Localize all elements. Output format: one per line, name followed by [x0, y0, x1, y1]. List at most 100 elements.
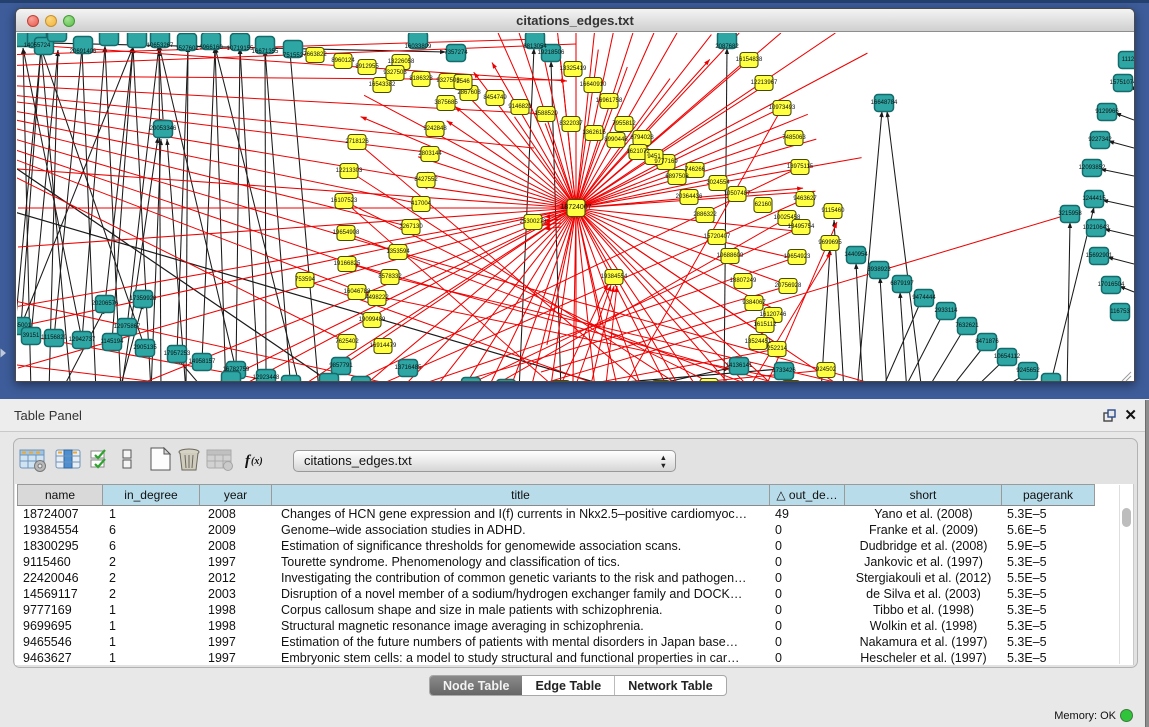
- svg-text:16671355: 16671355: [252, 49, 279, 55]
- svg-text:7625402: 7625402: [335, 339, 359, 345]
- svg-text:19099489: 19099489: [359, 317, 386, 323]
- svg-text:16648784: 16648784: [871, 100, 898, 106]
- svg-text:8186328: 8186328: [409, 76, 433, 82]
- svg-text:2886322: 2886322: [693, 212, 717, 218]
- svg-text:16914479: 16914479: [370, 343, 397, 349]
- svg-text:3875685: 3875685: [434, 100, 458, 106]
- svg-text:1733426: 1733426: [772, 368, 796, 374]
- svg-text:19218506: 19218506: [538, 50, 565, 56]
- svg-text:2546: 2546: [456, 79, 470, 85]
- svg-text:13524451: 13524451: [745, 339, 772, 345]
- svg-text:9699695: 9699695: [818, 240, 842, 246]
- svg-text:9227342: 9227342: [1088, 137, 1112, 143]
- svg-text:14958157: 14958157: [189, 359, 216, 365]
- svg-text:15751074: 15751074: [1110, 80, 1135, 86]
- svg-text:8578332: 8578332: [378, 274, 402, 280]
- svg-text:9463627: 9463627: [793, 196, 817, 202]
- svg-text:8938923: 8938923: [867, 267, 891, 273]
- svg-text:116753: 116753: [1110, 309, 1130, 315]
- svg-text:9451: 9451: [647, 154, 661, 160]
- svg-text:10025458: 10025458: [774, 215, 801, 221]
- svg-text:10653267: 10653267: [147, 43, 174, 49]
- svg-text:7357274: 7357274: [444, 50, 468, 56]
- svg-text:3215958: 3215958: [1058, 211, 1082, 217]
- svg-text:417004: 417004: [411, 201, 432, 207]
- svg-text:6966160: 6966160: [199, 45, 223, 51]
- svg-text:746266: 746266: [685, 167, 706, 173]
- svg-text:1362615: 1362615: [582, 130, 606, 136]
- svg-text:13495754: 13495754: [788, 224, 815, 230]
- svg-text:924502: 924502: [816, 367, 837, 373]
- svg-text:19654923: 19654923: [784, 254, 811, 260]
- svg-text:7955812: 7955812: [612, 121, 636, 127]
- svg-text:8990448: 8990448: [604, 137, 628, 143]
- svg-text:20206576: 20206576: [92, 301, 119, 307]
- svg-text:18724007: 18724007: [560, 204, 591, 211]
- svg-text:2867608: 2867608: [457, 90, 481, 96]
- svg-text:8427552: 8427552: [414, 177, 438, 183]
- svg-text:10210643: 10210643: [1083, 225, 1110, 231]
- svg-text:16120746: 16120746: [760, 312, 787, 318]
- svg-text:9384067: 9384067: [742, 300, 766, 306]
- svg-text:3024554: 3024554: [706, 180, 730, 186]
- svg-text:16154838: 16154838: [736, 57, 763, 63]
- svg-text:16033809: 16033809: [405, 44, 432, 50]
- svg-text:9242848: 9242848: [423, 126, 447, 132]
- svg-text:1145194: 1145194: [101, 339, 125, 345]
- svg-text:6879197: 6879197: [890, 281, 914, 287]
- svg-text:13975115: 13975115: [787, 164, 814, 170]
- svg-text:10973493: 10973493: [769, 105, 796, 111]
- svg-text:185001: 185001: [17, 323, 32, 329]
- svg-text:17359928: 17359928: [130, 296, 157, 302]
- svg-text:12213303: 12213303: [336, 168, 363, 174]
- svg-text:8912955: 8912955: [355, 64, 379, 70]
- svg-text:25300273: 25300273: [520, 219, 547, 225]
- svg-text:19654908: 19654908: [333, 230, 360, 236]
- svg-text:1244415: 1244415: [1082, 196, 1106, 202]
- svg-text:11156829: 11156829: [41, 335, 67, 341]
- svg-text:20053346: 20053346: [150, 126, 177, 132]
- svg-text:16782759: 16782759: [223, 367, 250, 373]
- svg-text:16640910: 16640910: [580, 82, 607, 88]
- svg-text:1615112: 1615112: [754, 322, 778, 328]
- svg-text:1527602: 1527602: [175, 46, 199, 52]
- svg-text:753594: 753594: [295, 277, 316, 283]
- svg-text:15692901: 15692901: [1086, 253, 1113, 259]
- svg-text:13716485: 13716485: [395, 365, 422, 371]
- svg-text:9857791: 9857791: [329, 363, 353, 369]
- svg-text:252214: 252214: [767, 346, 788, 352]
- svg-text:17957253: 17957253: [164, 351, 191, 357]
- svg-text:20364436: 20364436: [676, 194, 703, 200]
- svg-text:2933114: 2933114: [935, 308, 959, 314]
- svg-text:10654112: 10654112: [994, 354, 1021, 360]
- svg-text:12093852: 12093852: [1079, 165, 1106, 171]
- svg-text:16046788: 16046788: [344, 289, 371, 295]
- svg-text:16543382: 16543382: [369, 82, 396, 88]
- svg-text:16961758: 16961758: [596, 98, 623, 104]
- svg-text:9129966: 9129966: [1095, 109, 1119, 115]
- svg-text:8960124: 8960124: [331, 58, 355, 64]
- svg-text:62160: 62160: [755, 202, 772, 208]
- svg-text:4498222: 4498222: [365, 295, 389, 301]
- svg-text:19384554: 19384554: [601, 274, 628, 280]
- svg-text:(x): (x): [251, 456, 263, 467]
- svg-text:16107523: 16107523: [331, 198, 358, 204]
- svg-text:7485063: 7485063: [782, 135, 806, 141]
- svg-text:8454749: 8454749: [483, 95, 507, 101]
- svg-text:2718126: 2718126: [345, 139, 369, 145]
- svg-text:1588520: 1588520: [534, 111, 558, 117]
- svg-text:18807249: 18807249: [730, 278, 757, 284]
- svg-text:8322037: 8322037: [559, 121, 583, 127]
- svg-text:13325419: 13325419: [560, 66, 587, 72]
- svg-text:8471876: 8471876: [975, 339, 999, 345]
- svg-text:7663822: 7663822: [303, 52, 327, 58]
- svg-text:6897508: 6897508: [665, 174, 689, 180]
- svg-text:10719155: 10719155: [227, 46, 254, 52]
- svg-text:9474444: 9474444: [912, 295, 936, 301]
- svg-text:3267130: 3267130: [399, 224, 423, 230]
- svg-text:6794028: 6794028: [630, 135, 654, 141]
- svg-text:9327503: 9327503: [383, 70, 407, 76]
- svg-text:12923448: 12923448: [253, 375, 280, 381]
- svg-text:12942737: 12942737: [69, 337, 96, 343]
- svg-text:9245652: 9245652: [1016, 368, 1040, 374]
